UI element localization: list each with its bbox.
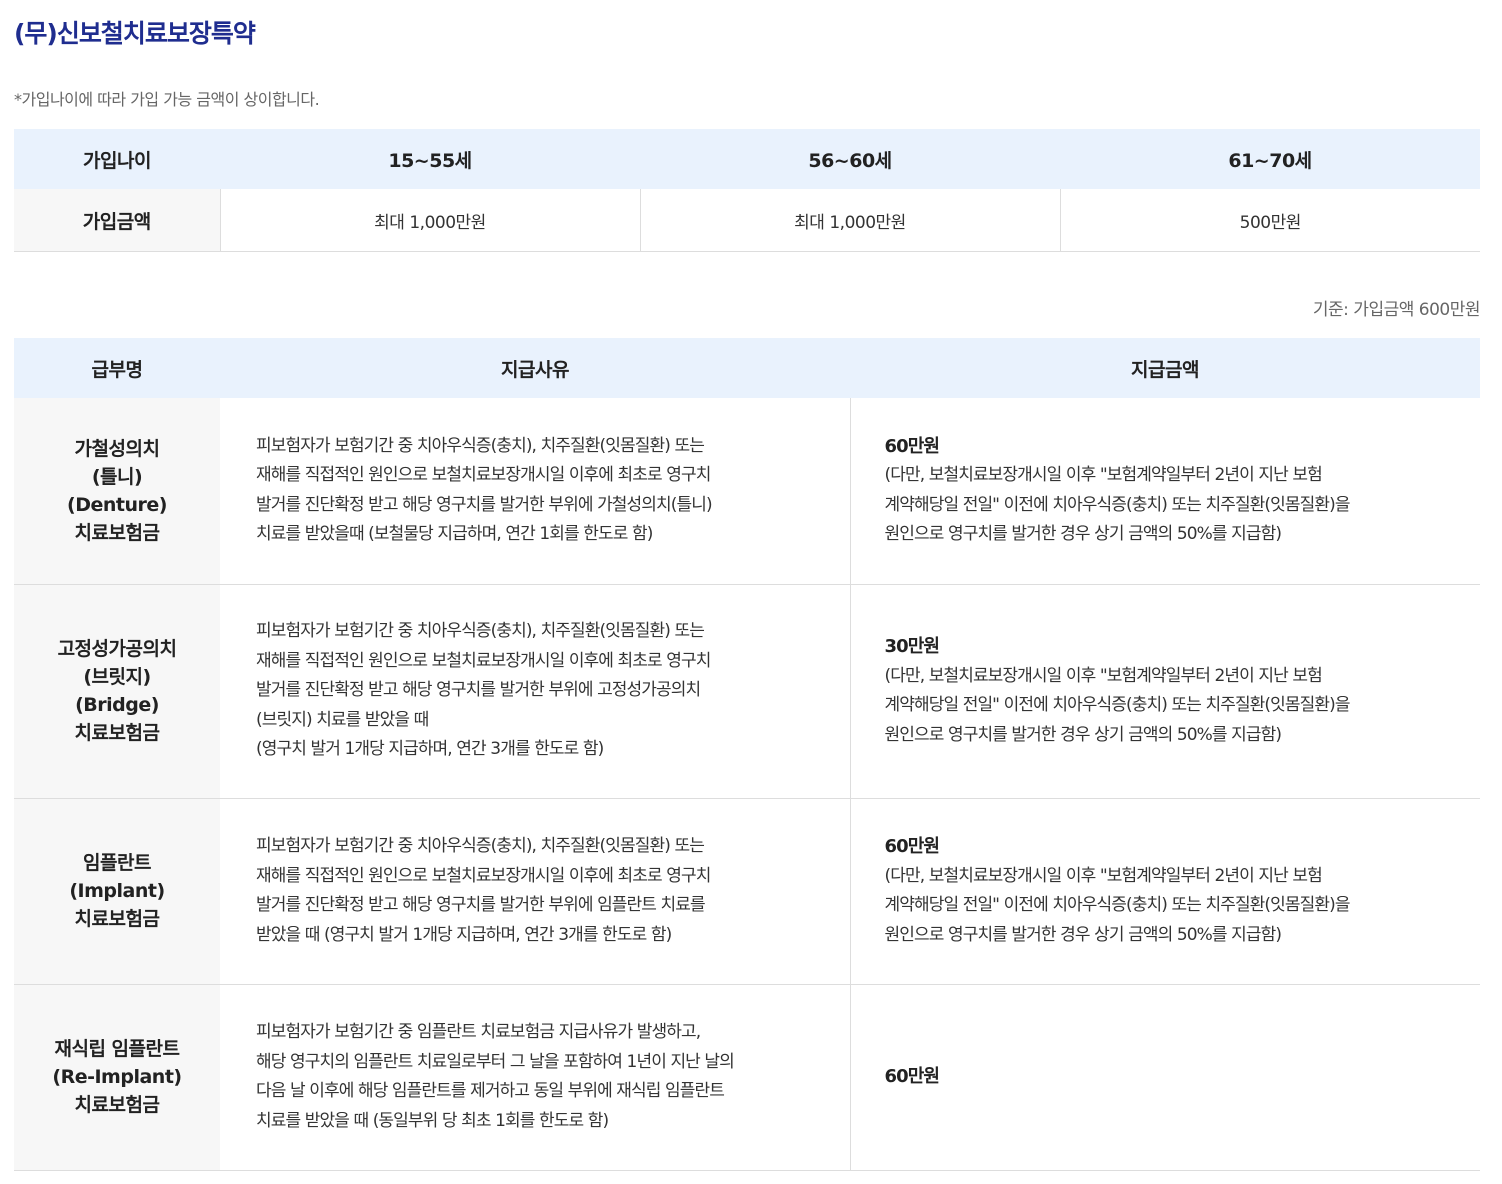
payment-amount-note-line: 계약해당일 전일" 이전에 치아우식증(충치) 또는 치주질환(잇몸질환)을 [884,695,1351,715]
benefit-name-line: 치료보험금 [74,1094,160,1116]
payment-amount-value: 60만원 [884,1066,940,1088]
benefit-name-line: (Re-Implant) [52,1066,182,1088]
header-payment-amount: 지급금액 [850,338,1480,398]
payment-amount-value: 60만원 [884,836,940,857]
benefit-name-line: 가철성의치 [74,437,160,460]
benefit-row: 가철성의치 (틀니) (Denture) 치료보험금 피보험자가 보험기간 중 치아우식… [14,398,1480,585]
age-header-label: 가입나이 [14,129,220,189]
payment-reason-line: 피보험자가 보험기간 중 임플란트 치료보험금 지급사유가 발생하고, [256,1022,701,1042]
age-note: *가입나이에 따라 가입 가능 금액이 상이합니다. [14,90,320,109]
benefit-row: 임플란트 (Implant) 치료보험금 피보험자가 보험기간 중 치아우식증(충치)… [14,798,1480,985]
payment-reason-line: 재해를 직접적인 원인으로 보철치료보장개시일 이후에 최초로 영구치 [256,465,711,486]
payment-amount-note-line: 원인으로 영구치를 발거한 경우 상기 금액의 50%를 지급함) [884,724,1283,745]
payment-amount: 30만원 (다만, 보철치료보장개시일 이후 "보험계약일부터 2년이 지난 보험… [849,584,1480,799]
benefit-table: 급부명 지급사유 지급금액 가철성의치 (틀니) (Denture) 치료보험금 피보험… [14,338,1480,1171]
benefit-row: 재식립 임플란트 (Re-Implant) 치료보험금 피보험자가 보험기간 중 임플… [14,984,1480,1171]
payment-amount-value: 60만원 [884,435,940,457]
payment-amount-note-line: 계약해당일 전일" 이전에 치아우식증(충치) 또는 치주질환(잇몸질환)을 [884,895,1351,915]
payment-reason: 피보험자가 보험기간 중 치아우식증(충치), 치주질환(잇몸질환) 또는재해를… [220,584,850,799]
payment-amount-note-line: 계약해당일 전일" 이전에 치아우식증(충치) 또는 치주질환(잇몸질환)을 [884,494,1351,515]
payment-reason-line: 해당 영구치의 임플란트 치료일로부터 그 날을 포함하여 1년이 지난 날의 [256,1051,735,1072]
benefit-rows: 가철성의치 (틀니) (Denture) 치료보험금 피보험자가 보험기간 중 치아우식… [14,398,1480,1171]
page-title: (무)신보철치료보장특약 [14,19,256,48]
payment-reason-line: 치료를 받았을 때 (동일부위 당 최초 1회를 한도로 함) [256,1110,609,1131]
benefit-name-line: 임플란트 [83,852,151,874]
benefit-name-line: (Bridge) [75,694,159,716]
payment-amount-note-line: 원인으로 영구치를 발거한 경우 상기 금액의 50%를 지급함) [884,924,1283,945]
benefit-name-line: (Implant) [69,880,165,902]
benefit-header-row: 급부명 지급사유 지급금액 [14,338,1480,398]
payment-reason-line: 다음 날 이후에 해당 임플란트를 제거하고 동일 부위에 재식립 임플란트 [256,1081,725,1101]
payment-reason-line: 발거를 진단확정 받고 해당 영구치를 발거한 부위에 임플란트 치료를 [256,895,706,915]
payment-reason-line: 재해를 직접적인 원인으로 보철치료보장개시일 이후에 최초로 영구치 [256,650,711,671]
payment-reason-line: 재해를 직접적인 원인으로 보철치료보장개시일 이후에 최초로 영구치 [256,865,711,886]
age-range: 56~60세 [640,129,1060,189]
payment-amount: 60만원 (다만, 보철치료보장개시일 이후 "보험계약일부터 2년이 지난 보험… [849,398,1480,585]
basis-note: 기준: 가입금액 600만원 [1312,300,1481,320]
max-amount: 최대 1,000만원 [219,189,640,252]
payment-reason-line: 발거를 진단확정 받고 해당 영구치를 발거한 부위에 가철성의치(틀니) [256,494,713,515]
amount-row: 가입금액 최대 1,000만원 최대 1,000만원 500만원 [14,189,1480,252]
age-header-row: 가입나이 15~55세 56~60세 61~70세 [14,129,1480,189]
payment-reason-line: 피보험자가 보험기간 중 치아우식증(충치), 치주질환(잇몸질환) 또는 [256,621,705,642]
payment-amount: 60만원 (다만, 보철치료보장개시일 이후 "보험계약일부터 2년이 지난 보험… [849,798,1480,985]
payment-reason-line: 치료를 받았을때 (보철물당 지급하며, 연간 1회를 한도로 함) [256,524,653,545]
benefit-name: 고정성가공의치 (브릿지) (Bridge) 치료보험금 [14,584,220,799]
payment-amount-note-line: (다만, 보철치료보장개시일 이후 "보험계약일부터 2년이 지난 보험 [884,465,1323,486]
payment-reason-line: (브릿지) 치료를 받았을 때 [256,709,429,730]
benefit-name-line: (틀니) [91,465,143,488]
age-range: 15~55세 [220,129,640,189]
benefit-name: 임플란트 (Implant) 치료보험금 [14,798,220,985]
benefit-name-line: 치료보험금 [74,521,160,544]
benefit-name-line: 치료보험금 [74,908,160,930]
payment-reason-line: 피보험자가 보험기간 중 치아우식증(충치), 치주질환(잇몸질환) 또는 [256,836,705,856]
max-amount: 500만원 [1059,189,1480,252]
benefit-name-line: 재식립 임플란트 [54,1038,180,1060]
age-range: 61~70세 [1060,129,1480,189]
payment-reason-line: 발거를 진단확정 받고 해당 영구치를 발거한 부위에 고정성가공의치 [256,680,701,701]
header-payment-reason: 지급사유 [220,338,850,398]
payment-reason: 피보험자가 보험기간 중 치아우식증(충치), 치주질환(잇몸질환) 또는재해를… [220,398,850,585]
payment-amount-value: 30만원 [884,636,940,657]
payment-reason: 피보험자가 보험기간 중 치아우식증(충치), 치주질환(잇몸질환) 또는재해를… [220,798,850,985]
benefit-name: 재식립 임플란트 (Re-Implant) 치료보험금 [14,984,220,1171]
benefit-row: 고정성가공의치 (브릿지) (Bridge) 치료보험금 피보험자가 보험기간 중 치아… [14,584,1480,799]
payment-amount-note-line: (다만, 보철치료보장개시일 이후 "보험계약일부터 2년이 지난 보험 [884,665,1323,686]
payment-reason-line: (영구치 발거 1개당 지급하며, 연간 3개를 한도로 함) [256,739,604,760]
benefit-name: 가철성의치 (틀니) (Denture) 치료보험금 [14,398,220,585]
payment-reason-line: 받았을 때 (영구치 발거 1개당 지급하며, 연간 3개를 한도로 함) [256,924,672,945]
benefit-name-line: 고정성가공의치 [57,638,177,660]
payment-reason: 피보험자가 보험기간 중 임플란트 치료보험금 지급사유가 발생하고, 해당 영구… [220,984,850,1171]
amount-row-label: 가입금액 [14,189,220,252]
payment-amount: 60만원 [849,984,1480,1171]
age-amount-table: 가입나이 15~55세 56~60세 61~70세 가입금액 최대 1,000만… [14,129,1480,252]
payment-reason-line: 피보험자가 보험기간 중 치아우식증(충치), 치주질환(잇몸질환) 또는 [256,435,705,456]
header-benefit-name: 급부명 [14,338,220,398]
max-amount: 최대 1,000만원 [639,189,1060,252]
benefit-name-line: 치료보험금 [74,722,160,744]
benefit-name-line: (브릿지) [83,666,151,688]
payment-amount-note-line: (다만, 보철치료보장개시일 이후 "보험계약일부터 2년이 지난 보험 [884,865,1323,886]
benefit-name-line: (Denture) [67,493,167,516]
payment-amount-note-line: 원인으로 영구치를 발거한 경우 상기 금액의 50%를 지급함) [884,524,1283,545]
